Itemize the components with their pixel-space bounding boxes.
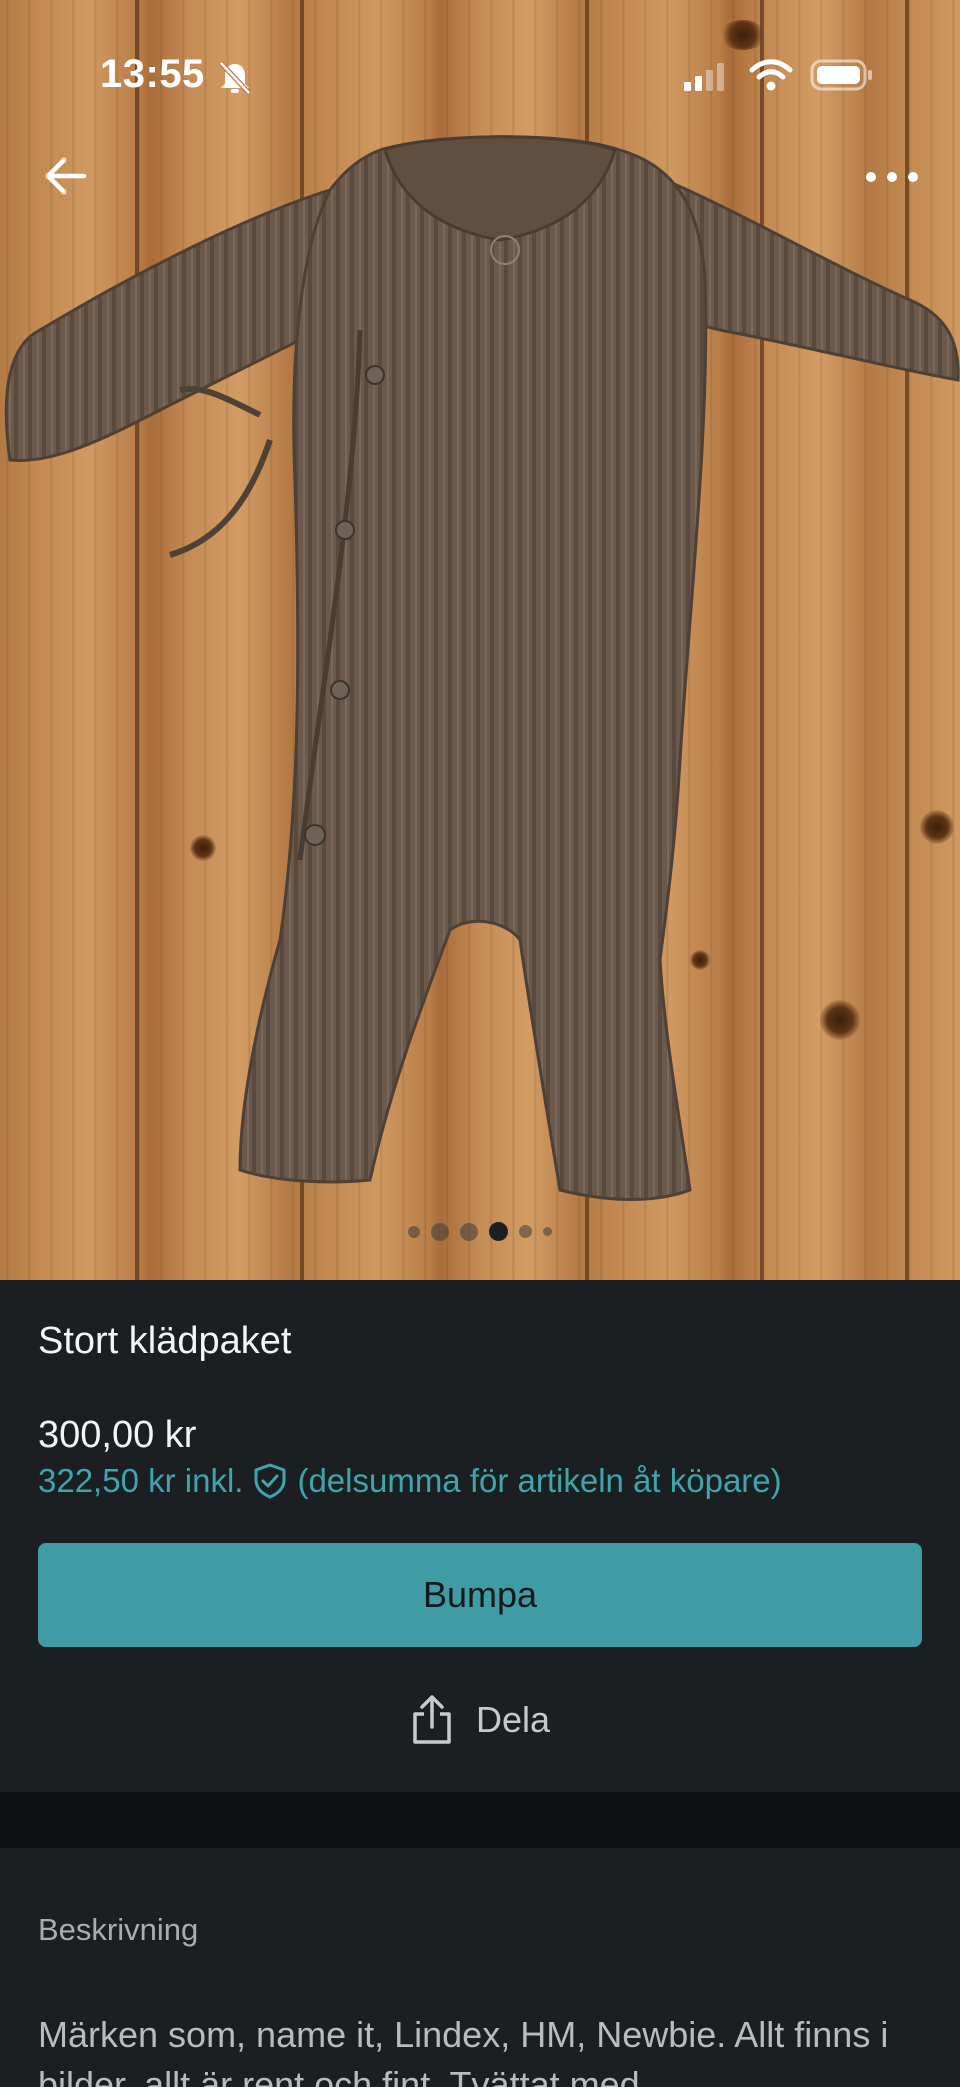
carousel-dot[interactable] [460,1222,478,1241]
carousel-dot[interactable] [408,1225,420,1238]
romper-image [4,135,960,1201]
bump-button[interactable]: Bumpa [38,1543,922,1647]
battery-icon [810,59,872,91]
shield-check-icon [254,1463,286,1499]
price-incl-fee[interactable]: 322,50 kr inkl. (delsumma för artikeln å… [38,1462,782,1500]
product-photo[interactable]: 13:55 [0,0,960,1280]
carousel-dot-active[interactable] [489,1222,508,1241]
carousel-dot[interactable] [543,1227,552,1236]
share-icon [413,1695,451,1744]
carousel-dot[interactable] [519,1225,532,1238]
arrow-left-icon[interactable] [44,156,88,196]
wifi-icon [749,59,793,91]
status-bar: 13:55 [0,0,960,150]
more-horizontal-icon[interactable] [864,170,920,184]
price-incl-note: (delsumma för artikeln åt köpare) [297,1462,782,1499]
share-button[interactable]: Dela [0,1690,960,1750]
carousel-dot[interactable] [431,1222,449,1241]
carousel-indicator[interactable] [0,1222,960,1241]
share-label: Dela [475,1699,551,1740]
section-divider [0,1792,960,1848]
description-text: Märken som, name it, Lindex, HM, Newbie.… [38,2014,889,2087]
description-label: Beskrivning [38,1912,199,1947]
price-incl-amount: 322,50 kr inkl. [38,1462,244,1499]
bell-slash-icon [219,61,251,95]
description-section: Beskrivning Märken som, name it, Lindex,… [0,1848,960,2087]
listing-price: 300,00 kr [38,1414,197,1456]
listing-info: Stort klädpaket 300,00 kr 322,50 kr inkl… [0,1280,960,1792]
cellular-signal-icon [684,63,724,91]
listing-title: Stort klädpaket [38,1320,292,1362]
status-time: 13:55 [100,52,205,96]
